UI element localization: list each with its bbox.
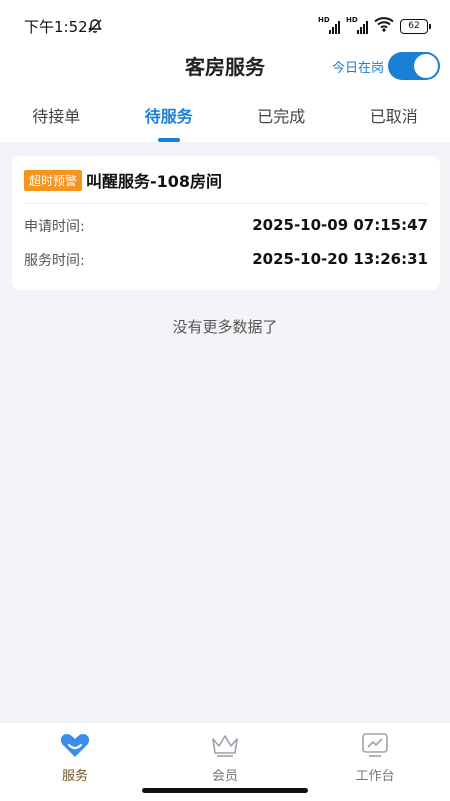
tab-pending-accept[interactable]: 待接单 <box>0 98 113 142</box>
nav-label: 服务 <box>0 765 150 784</box>
apply-time-label: 申请时间: <box>24 216 85 236</box>
nav-service[interactable]: 服务 <box>0 723 150 801</box>
on-duty-toggle[interactable] <box>388 52 440 80</box>
chart-board-icon <box>359 729 391 761</box>
tab-completed[interactable]: 已完成 <box>225 98 338 142</box>
nav-label: 会员 <box>150 765 300 784</box>
service-time-row: 服务时间: 2025-10-20 13:26:31 <box>24 250 428 270</box>
status-bar: 下午1:52 HD HD 62 <box>0 0 450 52</box>
divider <box>24 203 428 204</box>
status-time: 下午1:52 <box>24 16 88 37</box>
list-end-text: 没有更多数据了 <box>0 316 450 337</box>
battery-icon: 62 <box>400 19 428 34</box>
on-duty-switch[interactable]: 今日在岗 <box>332 52 440 80</box>
service-time-label: 服务时间: <box>24 250 85 270</box>
tab-label: 已取消 <box>370 107 418 126</box>
apply-time-value: 2025-10-09 07:15:47 <box>252 216 428 236</box>
signal-icon: HD <box>318 18 340 34</box>
crown-icon <box>209 729 241 761</box>
tab-pending-service[interactable]: 待服务 <box>113 98 226 142</box>
nav-workbench[interactable]: 工作台 <box>300 723 450 801</box>
order-card[interactable]: 超时预警 叫醒服务-108房间 申请时间: 2025-10-09 07:15:4… <box>12 156 440 290</box>
toggle-knob <box>414 54 438 78</box>
nav-label: 工作台 <box>300 765 450 784</box>
tab-label: 待接单 <box>32 107 80 126</box>
order-title-row: 超时预警 叫醒服务-108房间 <box>24 168 222 192</box>
on-duty-label: 今日在岗 <box>332 57 384 76</box>
overtime-warning-badge: 超时预警 <box>24 170 82 191</box>
signal-icon-2: HD <box>346 18 368 34</box>
tab-cancelled[interactable]: 已取消 <box>338 98 450 142</box>
apply-time-row: 申请时间: 2025-10-09 07:15:47 <box>24 216 428 236</box>
service-time-value: 2025-10-20 13:26:31 <box>252 250 428 270</box>
wifi-icon <box>374 16 394 36</box>
order-title: 叫醒服务-108房间 <box>86 168 222 192</box>
service-heart-icon <box>59 729 91 761</box>
silent-bell-icon <box>87 18 103 38</box>
home-indicator[interactable] <box>142 788 308 793</box>
tab-label: 待服务 <box>145 107 193 126</box>
header: 客房服务 今日在岗 <box>0 52 450 98</box>
status-tabs: 待接单 待服务 已完成 已取消 <box>0 98 450 142</box>
tab-label: 已完成 <box>257 107 305 126</box>
active-tab-indicator <box>158 138 180 142</box>
